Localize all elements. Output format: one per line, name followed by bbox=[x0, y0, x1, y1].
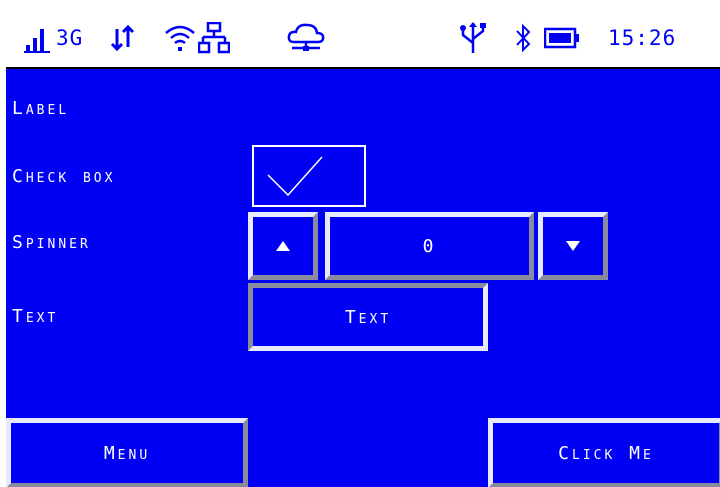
text-label: Text bbox=[12, 306, 59, 327]
battery-icon bbox=[544, 9, 580, 67]
wifi-icon bbox=[164, 9, 196, 67]
triangle-down-icon bbox=[566, 241, 580, 251]
spinner-increment-button[interactable] bbox=[248, 212, 318, 280]
spinner-label: Spinner bbox=[12, 232, 91, 253]
checkbox[interactable] bbox=[252, 145, 366, 207]
cloud-icon bbox=[286, 9, 326, 67]
text-button[interactable]: Text bbox=[248, 283, 488, 351]
click-me-button[interactable]: Click Me bbox=[488, 418, 720, 487]
device-screen: 3G 15:26 Label Check box Spinner 0 Text … bbox=[6, 9, 720, 487]
usb-icon bbox=[458, 9, 488, 67]
ethernet-icon bbox=[198, 9, 230, 67]
label-text: Label bbox=[12, 98, 70, 119]
signal-bars-icon bbox=[24, 9, 54, 67]
status-bar: 3G 15:26 bbox=[6, 9, 720, 69]
checkbox-label: Check box bbox=[12, 166, 116, 187]
triangle-up-icon bbox=[276, 241, 290, 251]
data-transfer-icon bbox=[110, 9, 136, 67]
checkmark-icon bbox=[267, 156, 323, 197]
menu-button[interactable]: Menu bbox=[6, 418, 248, 487]
bluetooth-icon bbox=[514, 9, 534, 67]
spinner-decrement-button[interactable] bbox=[538, 212, 608, 280]
clock-time: 15:26 bbox=[608, 26, 677, 50]
network-type: 3G bbox=[56, 26, 84, 50]
spinner-value-display: 0 bbox=[325, 212, 534, 280]
